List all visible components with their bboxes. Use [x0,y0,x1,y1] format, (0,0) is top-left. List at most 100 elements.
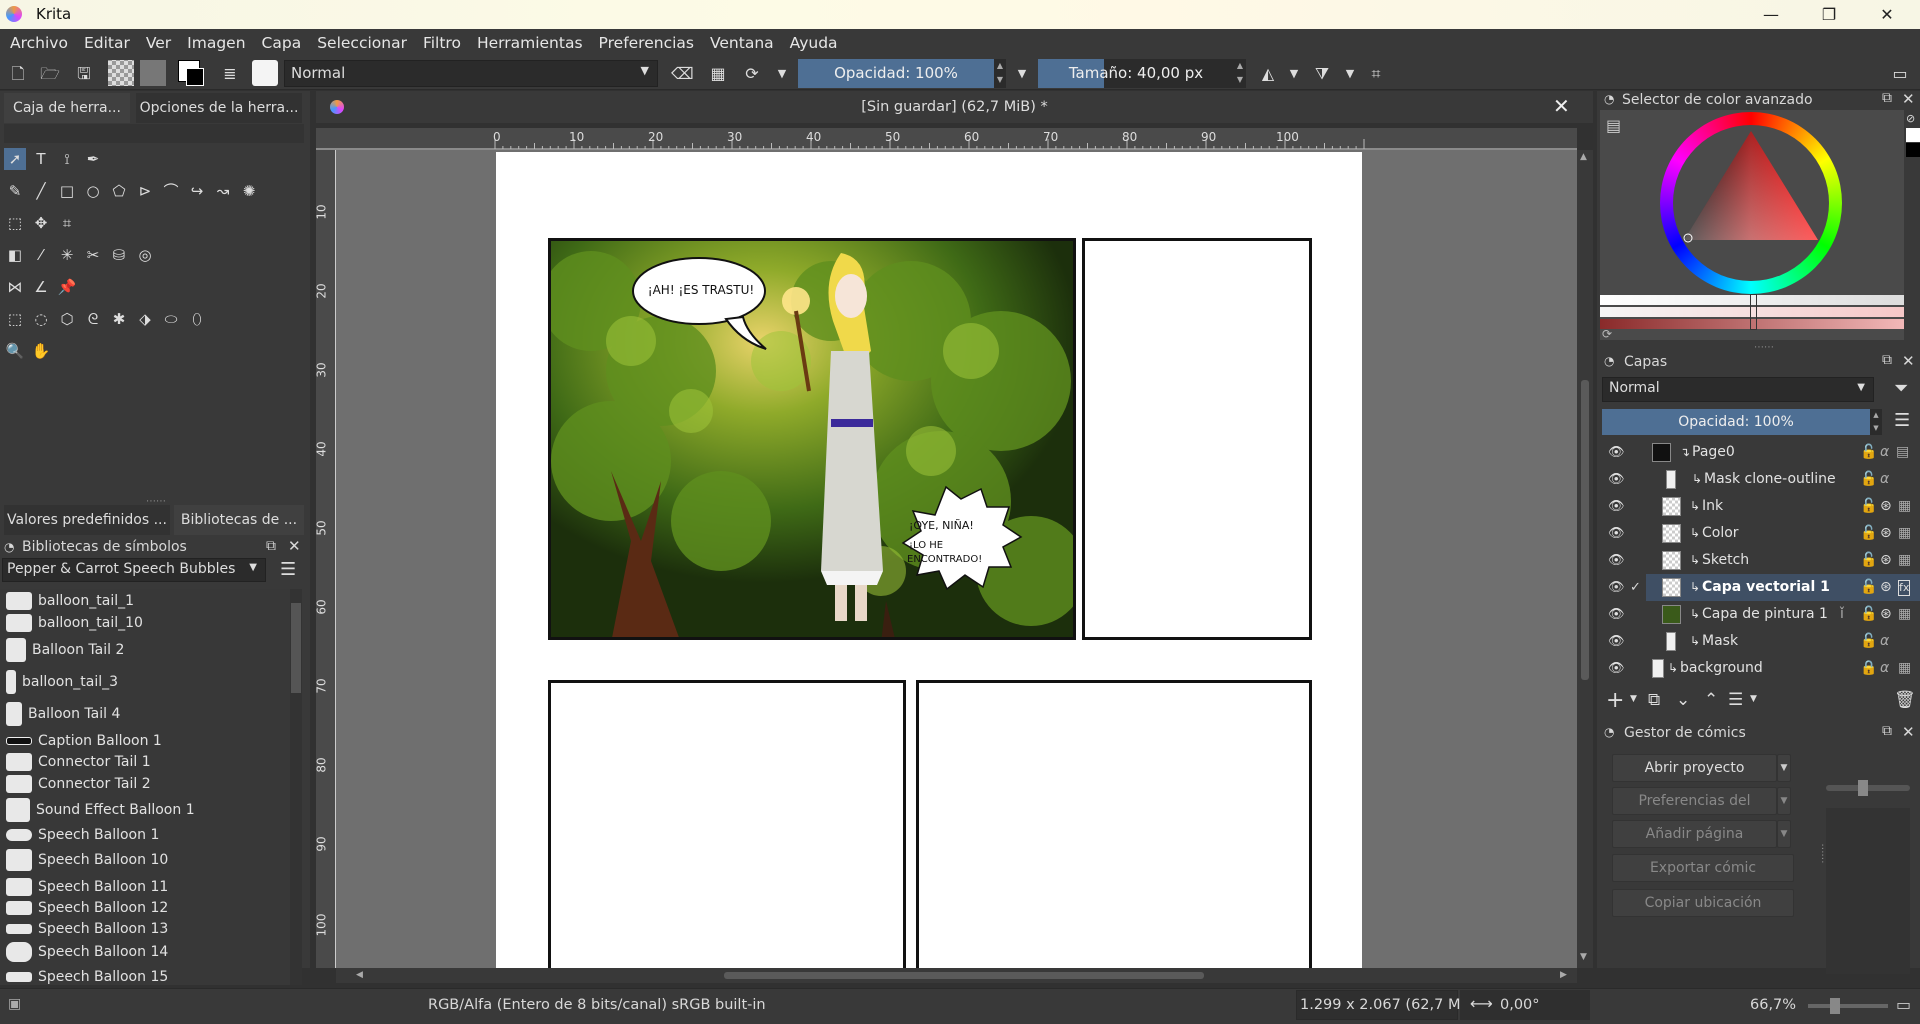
tab-symbol-libraries[interactable]: Bibliotecas de ... [174,505,304,535]
brush-settings-icon[interactable]: ≣ [220,64,240,84]
minimize-button[interactable]: — [1742,0,1800,29]
menu-ayuda[interactable]: Ayuda [782,34,846,52]
docker-close-icon[interactable]: ✕ [288,537,301,555]
move-layer-down-icon[interactable]: ⌄ [1676,690,1690,710]
hamburger-menu-icon[interactable]: ☰ [280,559,296,580]
foreground-color-swatch[interactable] [186,68,204,86]
layer-row[interactable]: 👁 ↳ background 🔒 α ▦ [1600,655,1920,682]
inherit-alpha-icon[interactable]: ▦ [1898,547,1911,574]
size-slider[interactable]: Tamaño: 40,00 px [1038,59,1234,88]
lock-icon[interactable]: 🔓 [1860,520,1877,547]
color-marker[interactable] [1750,294,1757,330]
layer-properties-icon[interactable]: ☰ [1728,690,1743,710]
pin-icon[interactable]: ǐ [1840,601,1844,628]
horizontal-scrollbar[interactable]: ◀ ▶ [336,968,1577,983]
lock-closed-icon[interactable]: 🔒 [1860,655,1877,682]
menu-seleccionar[interactable]: Seleccionar [309,34,415,52]
fill-tool-icon[interactable]: ⛁ [108,244,130,266]
menu-imagen[interactable]: Imagen [179,34,253,52]
zoom-slider[interactable] [1808,998,1888,1014]
layer-opacity-spin[interactable]: ▲ ▼ [1870,409,1882,435]
menu-editar[interactable]: Editar [76,34,138,52]
bezier-tool-icon[interactable]: ⌒ [160,180,182,202]
menu-ver[interactable]: Ver [138,34,179,52]
docker-restore-icon[interactable]: ⧉ [1882,352,1892,368]
open-folder-icon[interactable]: 🗁 [40,64,60,84]
docker-close-icon[interactable]: ✕ [1902,90,1915,108]
dynamic-brush-tool-icon[interactable]: ↝ [212,180,234,202]
inherit-alpha-icon[interactable]: ▦ [1898,601,1911,628]
layer-row[interactable]: 👁 ↳ Color 🔓 ⊛ ▦ [1600,520,1920,547]
symbol-library-select[interactable]: Pepper & Carrot Speech Bubbles ▼ [2,558,266,582]
freehand-brush-tool-icon[interactable]: ✎ [4,180,26,202]
visibility-eye-icon[interactable]: 👁 [1608,493,1625,520]
layer-blend-mode-select[interactable]: Normal ▼ [1602,377,1874,402]
transform-tool-icon[interactable]: ⬚ [4,212,26,234]
layer-row-selected[interactable]: ↳ Capa vectorial 1 🔓 ⊛ fx [1646,574,1920,601]
visibility-eye-icon[interactable]: 👁 [1608,547,1625,574]
chevron-down-icon[interactable]: ▼ [772,64,792,84]
reference-tool-icon[interactable]: 📌 [56,276,78,298]
fx-icon[interactable]: fx [1898,580,1911,596]
list-item[interactable]: Balloon Tail 2 [0,637,290,663]
docker-restore-icon[interactable]: ⧉ [1882,723,1892,739]
alpha-icon[interactable]: α [1880,466,1889,493]
symbol-list-scrollbar[interactable] [290,589,302,985]
project-preferences-button[interactable]: Preferencias del proyecto [1612,787,1777,835]
duplicate-layer-icon[interactable]: ⧉ [1648,690,1660,710]
layer-row[interactable]: 👁 ↳ Sketch 🔓 ⊛ ▦ [1600,547,1920,574]
lock-icon[interactable]: 🔓 [1860,493,1877,520]
opacity-spin[interactable]: ▲ ▼ [994,59,1006,88]
layer-options-menu-icon[interactable]: ☰ [1894,410,1910,431]
mirror-vertical-icon[interactable]: ⧩ [1312,64,1332,84]
fit-page-icon[interactable]: ▭ [1896,995,1911,1014]
smart-patch-tool-icon[interactable]: ✂ [82,244,104,266]
measure-tool-icon[interactable]: ∠ [30,276,52,298]
tab-toolbox[interactable]: Caja de herra... [4,93,130,123]
wrap-around-icon[interactable]: ⌗ [1366,64,1386,84]
list-item[interactable]: Connector Tail 1 [0,752,290,773]
onion-skin-icon[interactable]: ⊛ [1880,547,1892,574]
list-item[interactable]: balloon_tail_1 [0,591,290,612]
alpha-icon[interactable]: α [1880,628,1889,655]
layer-opacity-slider[interactable]: Opacidad: 100% [1602,409,1870,435]
scroll-left-icon[interactable]: ◀ [356,970,363,980]
layer-row[interactable]: 👁 ↳ Capa de pintura 1 ǐ 🔓 ⊛ ▦ [1600,601,1920,628]
workspace-switcher-icon[interactable]: ▭ [1890,64,1910,84]
visibility-eye-icon[interactable]: 👁 [1608,655,1625,682]
add-layer-icon[interactable]: + [1606,688,1624,713]
select-shapes-tool-icon[interactable]: ➚ [4,148,26,170]
gradient-preset-icon[interactable] [108,60,134,86]
magnetic-selection-tool-icon[interactable]: ⬯ [186,308,208,330]
scroll-down-icon[interactable]: ▼ [1580,952,1587,962]
crop-tool-icon[interactable]: ⌗ [56,212,78,234]
lock-icon[interactable]: 🔓 [1860,547,1877,574]
brush-preset-icon[interactable] [252,60,278,86]
opacity-slider[interactable]: Opacidad: 100% [798,59,994,88]
polygon-tool-icon[interactable]: ⬠ [108,180,130,202]
open-project-button[interactable]: Abrir proyecto [1612,754,1777,782]
lock-icon[interactable]: 🔓 [1860,439,1877,466]
menu-archivo[interactable]: Archivo [2,34,76,52]
chevron-down-icon[interactable]: ▼ [1340,64,1360,84]
freehand-selection-tool-icon[interactable]: ᘓ [82,308,104,330]
polygon-selection-tool-icon[interactable]: ⬡ [56,308,78,330]
menu-preferencias[interactable]: Preferencias [591,34,702,52]
eraser-icon[interactable]: ⌫ [671,64,694,84]
menu-ventana[interactable]: Ventana [702,34,782,52]
multibrush-tool-icon[interactable]: ✺ [238,180,260,202]
list-item[interactable]: Speech Balloon 15 [0,967,290,985]
calligraphy-tool-icon[interactable]: ✒ [82,148,104,170]
color-settings-icon[interactable]: ▤ [1606,116,1621,135]
text-tool-icon[interactable]: T [30,148,52,170]
reload-preset-icon[interactable]: ⟳ [742,64,762,84]
list-item[interactable]: balloon_tail_10 [0,613,290,634]
new-document-icon[interactable]: 🗋 [8,64,28,84]
scroll-up-icon[interactable]: ▲ [1580,152,1587,162]
layer-row[interactable]: 👁 ↳ Mask 🔓 α [1600,628,1920,655]
rotation-value[interactable]: 0,00° [1500,997,1540,1013]
delete-layer-icon[interactable]: 🗑 [1894,690,1916,710]
lock-icon[interactable]: 🔓 [1860,628,1877,655]
comic-panel-1[interactable]: ¡AH! ¡ES TRASTU! ¡OYE, NIÑA! ¡LO HE ENCO… [548,238,1076,640]
tab-presets[interactable]: Valores predefinidos ... [4,505,170,535]
